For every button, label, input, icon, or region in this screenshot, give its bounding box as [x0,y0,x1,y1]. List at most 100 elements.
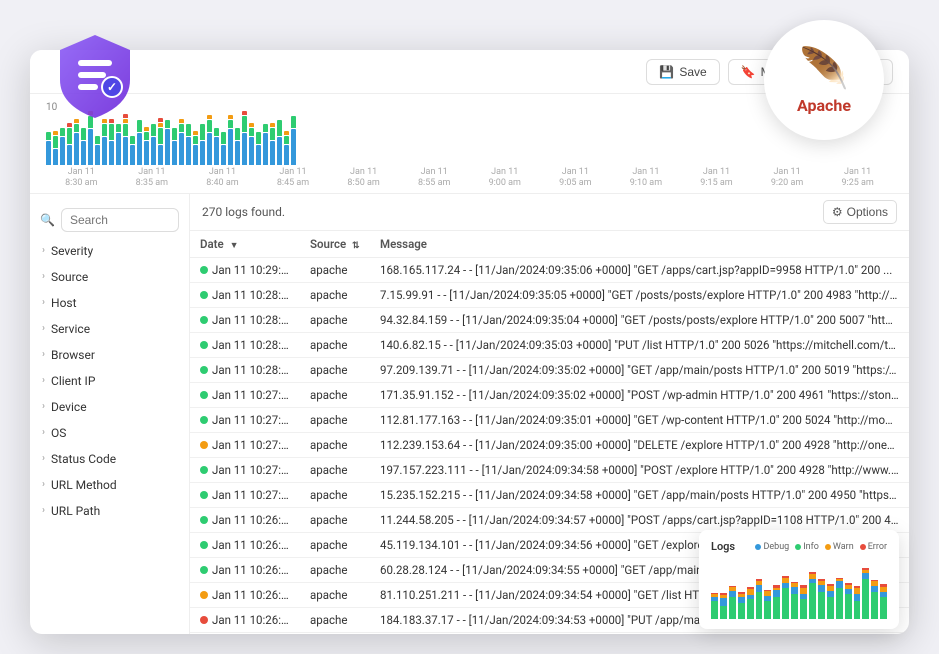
time-label: Jan 11 8:45 am [258,167,329,189]
sidebar-item-service[interactable]: ›Service [30,316,189,342]
table-row[interactable]: Jan 11 10:27:08 apache 15.235.152.215 - … [190,482,909,507]
chart-scale-label: 10 [46,102,893,113]
mini-bar-group [756,559,763,619]
sidebar-item-source[interactable]: ›Source [30,264,189,290]
sparkline-bar-group [60,128,65,165]
mini-bar-segment [854,601,861,619]
time-label: Jan 11 9:05 am [540,167,611,189]
table-header: Date ▼ Source ⇅ Message [190,231,909,258]
sidebar-item-device[interactable]: ›Device [30,394,189,420]
bar-segment [144,141,149,165]
mini-bar-segment [800,599,807,619]
bar-segment [165,120,170,128]
sidebar-item-severity[interactable]: ›Severity [30,238,189,264]
time-label: Jan 11 9:10 am [611,167,682,189]
legend-item: Error [860,542,887,552]
mini-bar-segment [809,583,816,619]
mini-bar-segment [818,592,825,619]
results-count: 270 logs found. [202,205,285,219]
sparkline-bar-group [95,136,100,165]
save-icon: 💾 [659,65,674,79]
sidebar-item-browser[interactable]: ›Browser [30,342,189,368]
options-button[interactable]: ⚙ Options [823,200,897,224]
mini-chart-bars [711,559,887,619]
sidebar-item-url-method[interactable]: ›URL Method [30,472,189,498]
table-row[interactable]: Jan 11 10:28:10 apache 97.209.139.71 - -… [190,357,909,382]
date-column-header[interactable]: Date ▼ [190,231,300,258]
table-row[interactable]: Jan 11 10:27:52 apache 171.35.91.152 - -… [190,382,909,407]
date-cell: Jan 11 10:26:15 [190,532,300,557]
mini-bar-group [720,559,727,619]
message-cell: 171.35.91.152 - - [11/Jan/2024:09:35:02 … [370,382,909,407]
table-row[interactable]: Jan 11 10:28:47 apache 7.15.99.91 - - [1… [190,282,909,307]
mini-bar-segment [836,588,843,620]
mini-bar-segment [773,597,780,620]
sidebar-item-url-path[interactable]: ›URL Path [30,498,189,524]
source-cell: apache [300,507,370,532]
time-label: Jan 11 8:50 am [328,167,399,189]
message-cell: 168.165.117.24 - - [11/Jan/2024:09:35:06… [370,257,909,282]
sidebar-item-host[interactable]: ›Host [30,290,189,316]
bar-segment [102,124,107,136]
table-row[interactable]: Jan 11 10:27:40 apache 112.81.177.163 - … [190,407,909,432]
sparkline-bar-group [137,120,142,165]
bar-segment [263,133,268,165]
bar-segment [158,118,163,122]
sparkline-bar-group [200,124,205,165]
table-row[interactable]: Jan 11 10:26:40 apache 11.244.58.205 - -… [190,507,909,532]
severity-dot [200,391,208,399]
bar-segment [193,145,198,165]
table-row[interactable]: Jan 11 10:28:40 apache 94.32.84.159 - - … [190,307,909,332]
table-row[interactable]: Jan 11 10:27:38 apache 112.239.153.64 - … [190,432,909,457]
bar-segment [291,116,296,128]
mini-bar-segment [720,606,727,620]
mini-bar-group [729,559,736,619]
sparkline-bar-group [46,132,51,165]
sidebar-item-os[interactable]: ›OS [30,420,189,446]
sparkline-bar-group [130,136,135,165]
mini-bar-group [880,559,887,619]
date-cell: Jan 11 10:28:38 [190,332,300,357]
severity-dot [200,316,208,324]
table-row[interactable]: Jan 11 10:29:01 apache 168.165.117.24 - … [190,257,909,282]
bar-segment [284,131,289,135]
sidebar-item-status-code[interactable]: ›Status Code [30,446,189,472]
date-cell: Jan 11 10:26:08 [190,582,300,607]
bar-segment [144,132,149,140]
sort-icon: ⇅ [352,241,360,251]
date-cell: Jan 11 10:27:38 [190,432,300,457]
save-button[interactable]: 💾 Save [646,59,719,85]
bar-segment [221,132,226,144]
severity-dot [200,591,208,599]
bar-segment [179,119,184,123]
source-column-header[interactable]: Source ⇅ [300,231,370,258]
mini-bar-group [747,559,754,619]
bar-segment [256,145,261,165]
mini-bar-group [818,559,825,619]
table-row[interactable]: Jan 11 10:27:08 apache 197.157.223.111 -… [190,457,909,482]
bar-segment [165,129,170,165]
sparkline-bar-group [116,124,121,165]
bar-segment [256,132,261,144]
sidebar-item-client-ip[interactable]: ›Client IP [30,368,189,394]
legend-dot [825,544,831,550]
bar-segment [235,141,240,165]
bar-segment [277,137,282,165]
bar-segment [214,137,219,165]
sparkline-bar-group [165,120,170,165]
source-cell: apache [300,457,370,482]
mini-bar-group [773,559,780,619]
mini-chart-header: Logs DebugInfoWarnError [711,540,887,553]
bar-segment [242,133,247,165]
bar-segment [74,124,79,132]
bar-segment [67,145,72,165]
mini-bar-segment [791,594,798,619]
sort-desc-icon: ▼ [230,241,239,251]
date-cell: Jan 11 10:27:40 [190,407,300,432]
search-input[interactable] [61,208,179,232]
sparkline-bar-group [242,111,247,165]
bar-segment [200,141,205,165]
bar-segment [81,128,86,140]
bar-segment [228,129,233,165]
table-row[interactable]: Jan 11 10:28:38 apache 140.6.82.15 - - [… [190,332,909,357]
